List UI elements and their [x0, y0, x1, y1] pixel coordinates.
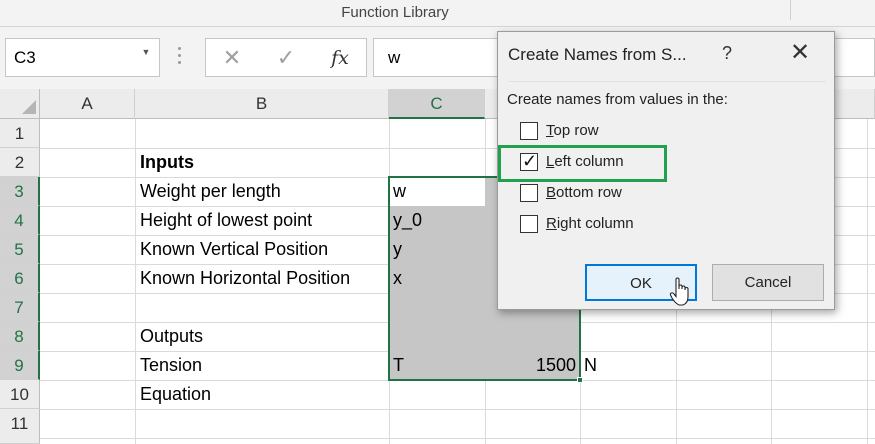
column-header-a[interactable]: A — [40, 89, 135, 119]
gridline — [40, 409, 875, 410]
column-header-c[interactable]: C — [389, 89, 485, 119]
right-column-checkbox[interactable] — [520, 215, 538, 233]
close-icon[interactable]: ✕ — [785, 38, 815, 68]
fill-handle[interactable] — [577, 377, 583, 383]
row-header[interactable]: 2 — [0, 148, 40, 177]
cell-b4[interactable]: Height of lowest point — [140, 206, 312, 235]
row-header[interactable]: 7 — [0, 293, 40, 322]
row-header[interactable]: 11 — [0, 409, 40, 444]
gridline — [40, 438, 875, 439]
row-header[interactable]: 5 — [0, 235, 40, 264]
row-header[interactable]: 4 — [0, 206, 40, 235]
cell-b8[interactable]: Outputs — [140, 322, 203, 351]
row-header[interactable]: 10 — [0, 380, 40, 409]
cell-b10[interactable]: Equation — [140, 380, 211, 409]
cell-b5[interactable]: Known Vertical Position — [140, 235, 328, 264]
dialog-divider — [508, 81, 826, 82]
cancel-icon[interactable]: ✕ — [212, 43, 252, 73]
formula-buttons: ✕ ✓ fx — [205, 38, 367, 77]
help-icon[interactable]: ? — [722, 43, 732, 64]
insert-function-icon[interactable]: fx — [320, 43, 360, 73]
ribbon-separator — [790, 0, 791, 20]
right-column-label: Right column — [546, 215, 634, 232]
check-icon: ✓ — [522, 151, 538, 171]
top-row-label: Top row — [546, 122, 599, 139]
chevron-down-icon[interactable]: ▼ — [139, 47, 153, 63]
bottom-row-checkbox[interactable] — [520, 184, 538, 202]
row-header[interactable]: 3 — [0, 177, 40, 206]
bottom-row-label: Bottom row — [546, 184, 622, 201]
gridline — [135, 119, 136, 444]
cell-b9[interactable]: Tension — [140, 351, 202, 380]
cancel-button[interactable]: Cancel — [712, 264, 824, 301]
column-header-b[interactable]: B — [135, 89, 389, 119]
left-column-checkbox[interactable]: ✓ — [520, 151, 538, 171]
grip-icon[interactable] — [176, 45, 184, 67]
name-box[interactable]: C3 — [5, 38, 160, 77]
row-header[interactable]: 1 — [0, 119, 40, 148]
select-all-icon — [22, 100, 36, 114]
cell-e9[interactable]: N — [584, 351, 597, 380]
gridline — [867, 119, 868, 444]
row-header[interactable]: 6 — [0, 264, 40, 293]
create-names-dialog: Create Names from S... ? ✕ Create names … — [497, 31, 835, 310]
left-column-label: Left column — [546, 153, 624, 170]
ribbon-group-label: Function Library — [341, 4, 449, 21]
cell-b6[interactable]: Known Horizontal Position — [140, 264, 350, 293]
row-header[interactable]: 9 — [0, 351, 40, 380]
cell-b3[interactable]: Weight per length — [140, 177, 281, 206]
dialog-title: Create Names from S... — [508, 45, 687, 64]
cell-b2[interactable]: Inputs — [140, 148, 194, 177]
enter-icon[interactable]: ✓ — [266, 43, 306, 73]
top-row-checkbox[interactable] — [520, 122, 538, 140]
row-header[interactable]: 8 — [0, 322, 40, 351]
dialog-prompt: Create names from values in the: — [507, 91, 728, 108]
mouse-cursor-icon — [669, 277, 689, 306]
